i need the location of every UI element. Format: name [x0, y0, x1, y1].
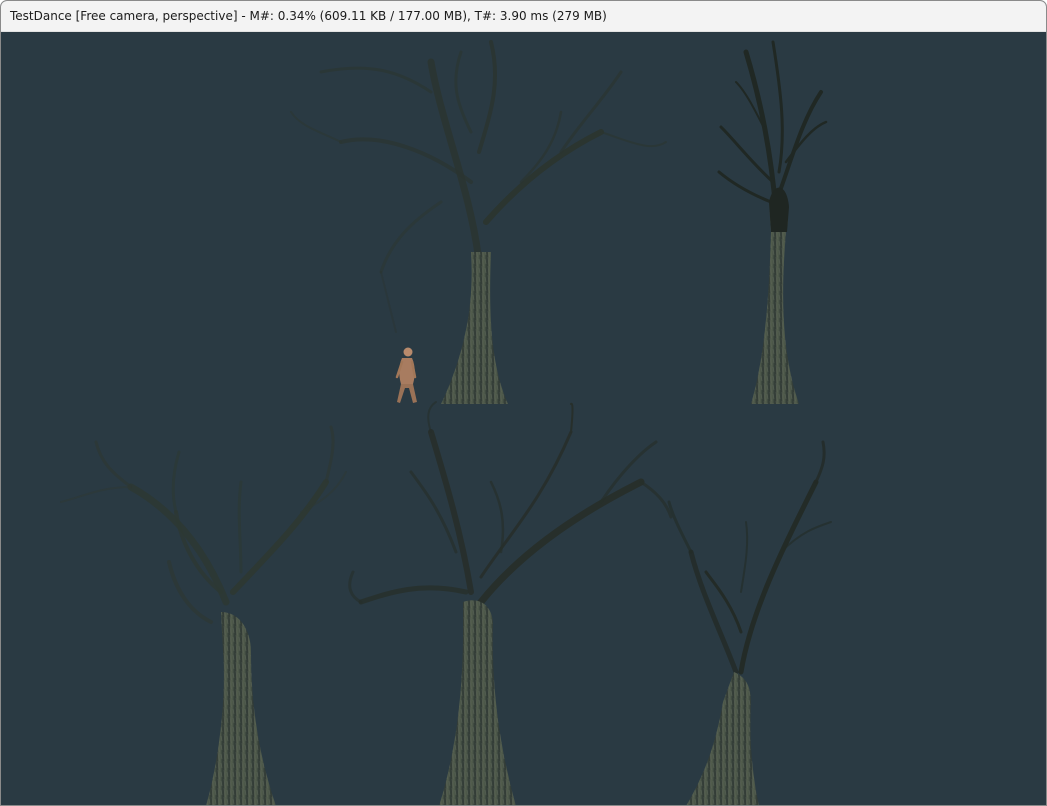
title-bar[interactable]: TestDance [Free camera, perspective] - M… [1, 1, 1046, 32]
tree-top-center [290, 40, 667, 404]
3d-viewport[interactable] [1, 32, 1046, 806]
scene-canvas[interactable] [1, 32, 1046, 806]
dancer-character[interactable] [395, 347, 417, 404]
app-window: TestDance [Free camera, perspective] - M… [0, 0, 1047, 806]
tree-bottom-right [667, 440, 832, 805]
tree-bottom-left [60, 425, 347, 805]
window-title: TestDance [Free camera, perspective] - M… [10, 9, 607, 23]
tree-top-right [717, 40, 828, 404]
tree-bottom-center [348, 401, 673, 805]
